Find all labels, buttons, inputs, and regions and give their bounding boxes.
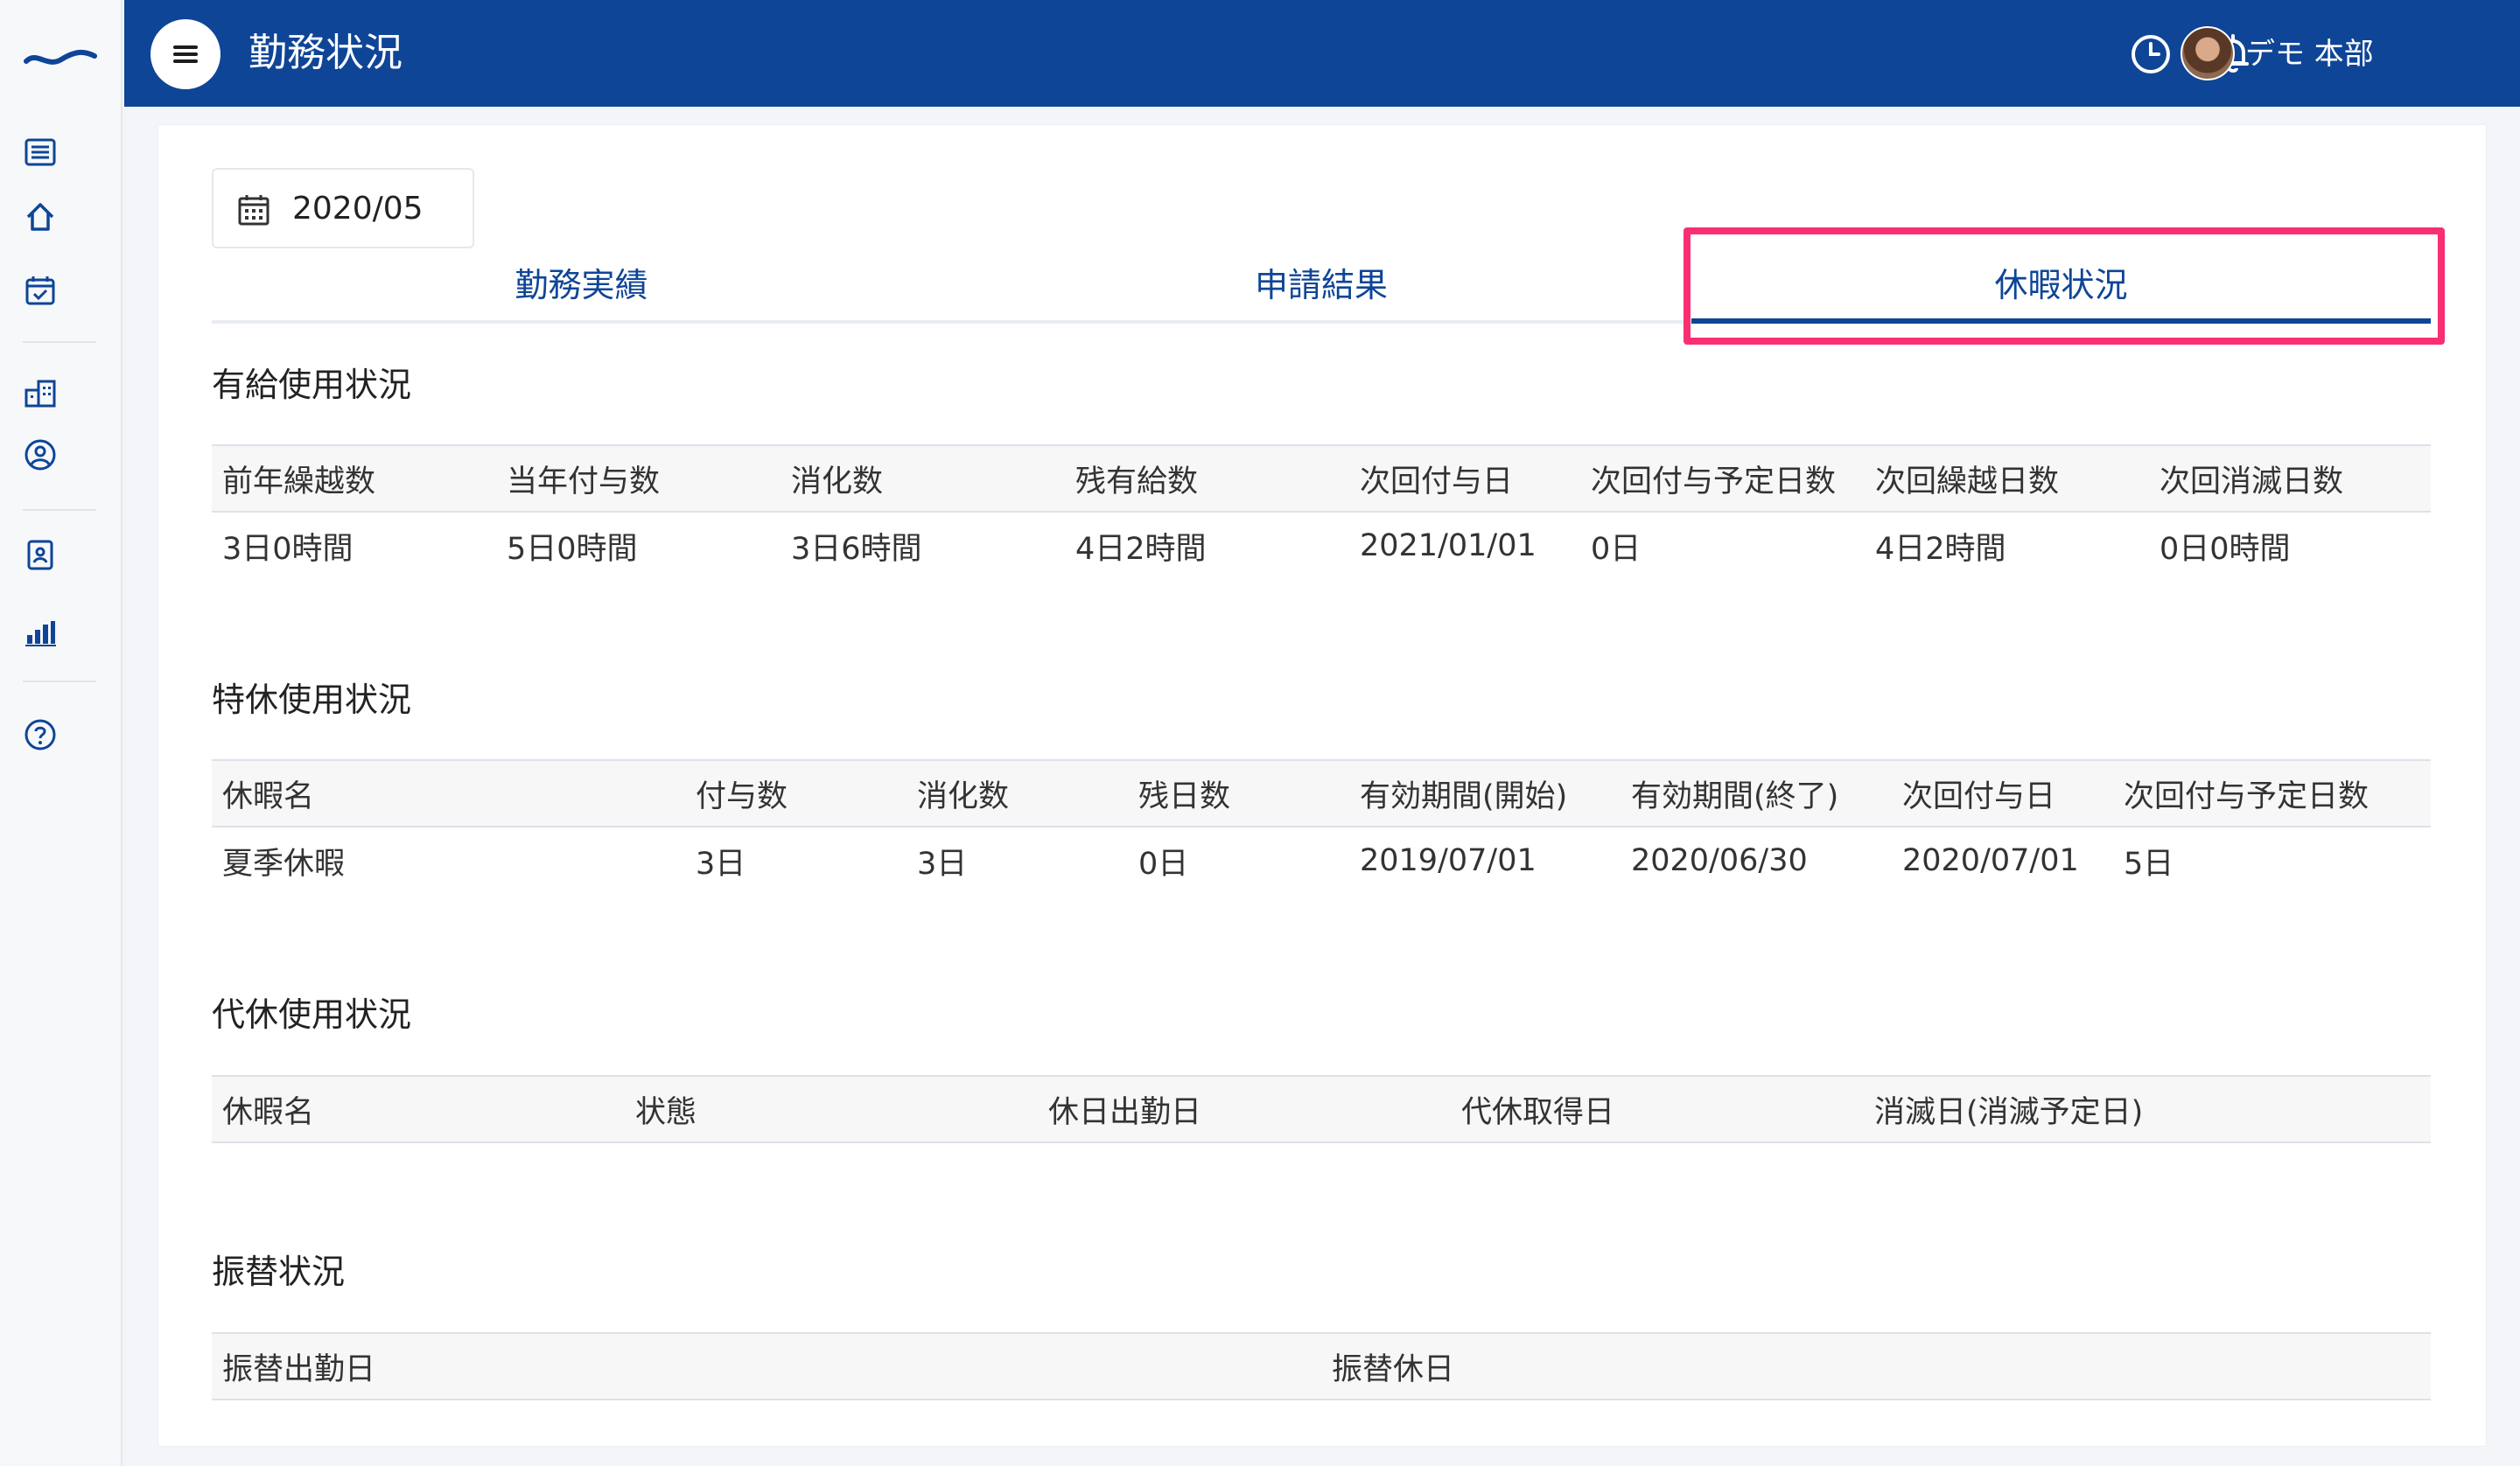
hamburger-menu-button[interactable] bbox=[150, 19, 220, 89]
menu-icon-bar bbox=[173, 52, 198, 56]
top-bar: 勤務状況 bbox=[124, 0, 2520, 107]
table-row: 夏季休暇 3日 3日 0日 2019/07/01 2020/06/30 2020… bbox=[212, 826, 2431, 896]
transfer-table-header: 振替出勤日 振替休日 bbox=[212, 1332, 2431, 1400]
user-circle-icon[interactable] bbox=[23, 437, 58, 472]
column-header: 消滅日(消滅予定日) bbox=[1874, 1094, 2144, 1130]
page-title: 勤務状況 bbox=[248, 31, 402, 75]
special-leave-table-header: 休暇名 付与数 消化数 残日数 有効期間(開始) 有効期間(終了) 次回付与日 … bbox=[212, 759, 2431, 827]
paid-leave-table-header: 前年繰越数 当年付与数 消化数 残有給数 次回付与日 次回付与予定日数 次回繰越… bbox=[212, 444, 2431, 513]
sidebar-divider bbox=[23, 509, 96, 511]
column-header: 消化数 bbox=[917, 778, 1010, 814]
table-cell: 3日 bbox=[696, 846, 746, 882]
column-header: 有効期間(開始) bbox=[1360, 778, 1568, 814]
column-header: 次回付与日 bbox=[1360, 464, 1514, 499]
id-badge-icon[interactable] bbox=[23, 537, 58, 572]
tab-work-record[interactable]: 勤務実績 bbox=[212, 254, 951, 320]
table-cell: 5日0時間 bbox=[507, 531, 638, 567]
column-header: 残有給数 bbox=[1075, 464, 1199, 499]
column-header: 次回付与日 bbox=[1902, 778, 2056, 814]
table-cell: 2020/06/30 bbox=[1631, 843, 1808, 878]
sidebar-divider bbox=[23, 681, 96, 682]
table-cell: 3日6時間 bbox=[791, 531, 922, 567]
column-header: 次回付与予定日数 bbox=[2124, 778, 2370, 814]
table-cell: 夏季休暇 bbox=[222, 846, 346, 882]
home-icon[interactable] bbox=[23, 199, 58, 234]
table-cell: 3日0時間 bbox=[222, 531, 354, 567]
table-cell: 4日2時間 bbox=[1875, 531, 2006, 567]
column-header: 休暇名 bbox=[222, 778, 315, 814]
table-cell: 2020/07/01 bbox=[1902, 843, 2079, 878]
column-header: 次回付与予定日数 bbox=[1591, 464, 1837, 499]
column-header: 当年付与数 bbox=[507, 464, 661, 499]
column-header: 振替休日 bbox=[1332, 1351, 1455, 1387]
calendar-check-icon[interactable] bbox=[23, 273, 58, 308]
clock-icon[interactable] bbox=[2128, 31, 2174, 77]
column-header: 付与数 bbox=[696, 778, 788, 814]
list-icon[interactable] bbox=[23, 135, 58, 170]
table-row: 3日0時間 5日0時間 3日6時間 4日2時間 2021/01/01 0日 4日… bbox=[212, 511, 2431, 581]
calendar-icon bbox=[238, 195, 270, 226]
highlight-box bbox=[1684, 227, 2445, 345]
avatar[interactable] bbox=[2180, 26, 2235, 80]
table-cell: 5日 bbox=[2124, 846, 2174, 882]
building-icon[interactable] bbox=[23, 376, 58, 411]
column-header: 休日出勤日 bbox=[1048, 1094, 1202, 1130]
transfer-title: 振替状況 bbox=[212, 1253, 346, 1291]
column-header: 休暇名 bbox=[222, 1094, 315, 1130]
column-header: 前年繰越数 bbox=[222, 464, 376, 499]
menu-icon-bar bbox=[173, 59, 198, 63]
table-cell: 0日0時間 bbox=[2160, 531, 2291, 567]
logo-wave-icon[interactable] bbox=[23, 38, 98, 73]
column-header: 代休取得日 bbox=[1461, 1094, 1615, 1130]
column-header: 状態 bbox=[635, 1094, 697, 1130]
table-cell: 3日 bbox=[917, 846, 968, 882]
tab-application-results[interactable]: 申請結果 bbox=[951, 254, 1691, 320]
column-header: 有効期間(終了) bbox=[1631, 778, 1839, 814]
comp-leave-table-header: 休暇名 状態 休日出勤日 代休取得日 消滅日(消滅予定日) bbox=[212, 1075, 2431, 1143]
special-leave-title: 特休使用状況 bbox=[212, 681, 412, 719]
bar-chart-icon[interactable] bbox=[23, 614, 58, 649]
paid-leave-title: 有給使用状況 bbox=[212, 366, 412, 404]
column-header: 消化数 bbox=[791, 464, 884, 499]
menu-icon bbox=[173, 45, 198, 49]
month-picker[interactable]: 2020/05 bbox=[212, 168, 474, 248]
column-header: 次回繰越日数 bbox=[1875, 464, 2060, 499]
sidebar bbox=[0, 0, 122, 1466]
column-header: 残日数 bbox=[1138, 778, 1231, 814]
table-cell: 2021/01/01 bbox=[1360, 528, 1536, 563]
column-header: 次回消滅日数 bbox=[2160, 464, 2344, 499]
table-cell: 4日2時間 bbox=[1075, 531, 1207, 567]
user-name[interactable]: デモ 本部 bbox=[2245, 31, 2374, 77]
table-cell: 2019/07/01 bbox=[1360, 843, 1536, 878]
month-value: 2020/05 bbox=[292, 191, 424, 227]
column-header: 振替出勤日 bbox=[222, 1351, 376, 1387]
sidebar-divider bbox=[23, 341, 96, 343]
table-cell: 0日 bbox=[1591, 531, 1642, 567]
comp-leave-title: 代休使用状況 bbox=[212, 995, 412, 1034]
help-icon[interactable] bbox=[23, 717, 58, 752]
table-cell: 0日 bbox=[1138, 846, 1189, 882]
